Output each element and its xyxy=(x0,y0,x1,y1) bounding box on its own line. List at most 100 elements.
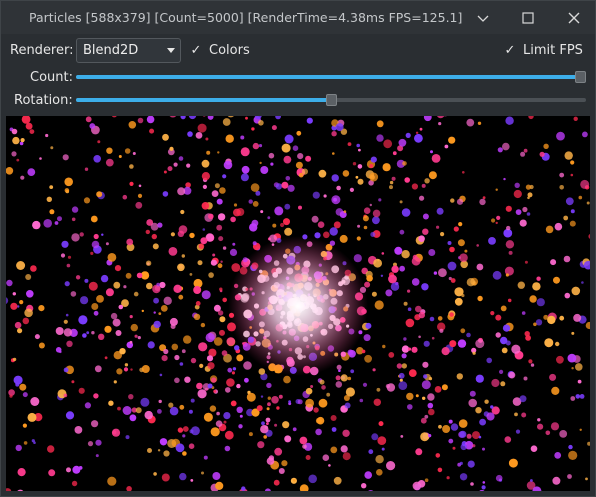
particle xyxy=(527,192,533,198)
colors-checkbox-label: Colors xyxy=(209,43,250,58)
particle-core-glow xyxy=(228,236,368,376)
rotation-slider[interactable] xyxy=(76,93,586,107)
particle xyxy=(376,469,383,476)
particle xyxy=(61,240,69,248)
title-bar[interactable]: Particles [588x379] [Count=5000] [Render… xyxy=(1,1,595,34)
particle xyxy=(195,132,203,139)
particle xyxy=(431,154,441,163)
particle xyxy=(577,379,582,384)
particle xyxy=(475,407,482,414)
particle xyxy=(330,446,338,454)
particle xyxy=(222,246,227,250)
particle xyxy=(15,444,22,452)
particle xyxy=(299,436,308,445)
particle xyxy=(297,153,304,160)
particle xyxy=(398,138,407,147)
particle xyxy=(323,231,330,239)
particle xyxy=(403,337,407,341)
particle xyxy=(267,402,271,407)
particle xyxy=(261,421,265,426)
particle xyxy=(329,227,338,236)
particle xyxy=(547,315,556,325)
particle xyxy=(275,116,281,120)
particle xyxy=(322,454,330,462)
particle xyxy=(163,450,170,457)
particle xyxy=(472,351,476,355)
particle xyxy=(223,160,233,170)
particle xyxy=(386,383,396,392)
particle xyxy=(369,203,372,207)
rotation-slider-handle[interactable] xyxy=(326,94,337,106)
particle xyxy=(91,303,99,310)
particle xyxy=(236,406,243,413)
particle xyxy=(297,399,303,405)
maximize-button[interactable] xyxy=(515,5,541,31)
particle xyxy=(111,428,121,437)
particle xyxy=(470,482,474,486)
particle xyxy=(163,348,169,355)
particle xyxy=(244,377,249,383)
particle xyxy=(458,222,463,227)
count-slider[interactable] xyxy=(76,70,586,84)
particle xyxy=(208,272,214,278)
particle xyxy=(585,321,590,330)
particle xyxy=(436,225,440,229)
particle xyxy=(197,260,203,266)
particle xyxy=(163,296,172,305)
particle xyxy=(533,322,537,327)
particle xyxy=(201,471,204,475)
particle xyxy=(225,134,234,143)
particle xyxy=(183,335,192,344)
particle xyxy=(301,168,308,175)
particle xyxy=(159,373,163,377)
particle xyxy=(479,489,485,491)
particle xyxy=(106,147,113,154)
particle xyxy=(275,183,283,190)
particle xyxy=(585,477,588,481)
particle xyxy=(267,396,271,400)
particle xyxy=(266,382,272,389)
particle xyxy=(390,282,400,291)
particle xyxy=(65,411,75,420)
limit-fps-checkbox[interactable]: ✓ Limit FPS xyxy=(503,43,583,58)
particle xyxy=(372,216,380,225)
particle xyxy=(407,347,412,351)
particle xyxy=(344,402,351,409)
particle xyxy=(71,233,80,242)
particle xyxy=(55,327,64,335)
particle xyxy=(459,473,468,481)
particle xyxy=(495,474,503,482)
particle xyxy=(321,385,326,390)
particle xyxy=(161,473,170,482)
window-title: Particles [588x379] [Count=5000] [Render… xyxy=(29,10,463,25)
particle xyxy=(571,331,575,335)
particle xyxy=(444,144,449,149)
colors-checkbox[interactable]: ✓ Colors xyxy=(189,43,250,58)
close-button[interactable] xyxy=(561,5,587,31)
particle xyxy=(62,154,69,161)
particle xyxy=(460,443,467,451)
particle xyxy=(197,389,207,399)
particle xyxy=(448,438,454,444)
particle xyxy=(514,182,520,188)
particle xyxy=(9,394,13,398)
minimize-button[interactable] xyxy=(470,5,496,31)
particle xyxy=(399,229,405,235)
count-slider-handle[interactable] xyxy=(575,71,586,83)
particle xyxy=(305,155,312,162)
particle xyxy=(174,377,180,384)
particle xyxy=(588,234,590,239)
particle xyxy=(158,312,162,315)
particle xyxy=(179,472,187,481)
particle xyxy=(179,362,184,366)
particle xyxy=(421,283,429,291)
renderer-select[interactable]: Blend2D xyxy=(76,38,181,63)
particle xyxy=(472,431,480,440)
particle xyxy=(141,309,144,313)
particle xyxy=(152,243,159,250)
particle xyxy=(423,374,428,379)
particle xyxy=(173,284,182,293)
particle xyxy=(427,393,435,401)
particle xyxy=(419,195,425,201)
particle xyxy=(419,127,423,131)
